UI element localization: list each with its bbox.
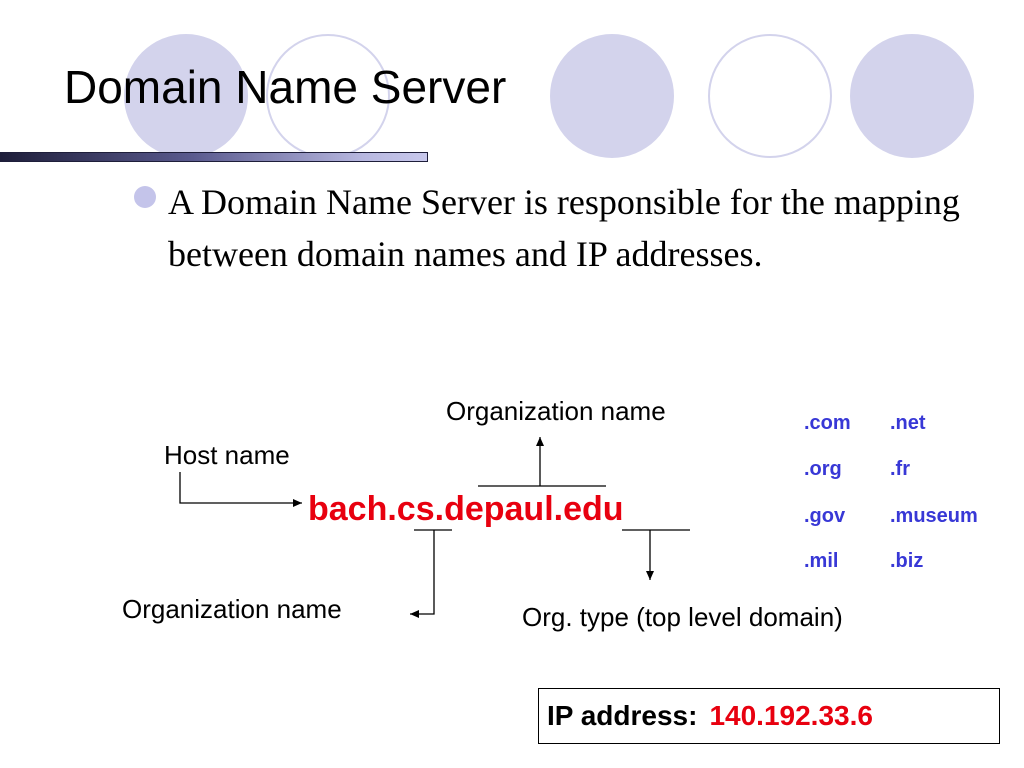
host-connector-arrow (179, 472, 302, 507)
domain-example: bach.cs.depaul.edu (308, 490, 624, 528)
ip-address-box: IP address: 140.192.33.6 (538, 688, 1000, 744)
org-label-top: Organization name (446, 396, 666, 426)
tld-item: .org (804, 458, 842, 480)
ip-address-label: IP address: (547, 700, 698, 731)
tld-item: .biz (890, 550, 924, 572)
tld-item: .net (890, 412, 926, 434)
tld-item: .com (804, 412, 851, 434)
ip-address-value: 140.192.33.6 (709, 700, 873, 731)
tld-item: .fr (890, 458, 910, 480)
tld-item: .museum (890, 505, 978, 527)
diagram-connectors (179, 437, 690, 618)
host-label: Host name (164, 440, 290, 470)
org-label-bottom: Organization name (122, 594, 342, 624)
tld-item: .mil (804, 550, 839, 572)
tld-item: .gov (804, 505, 846, 527)
org-bottom-arrow (410, 530, 435, 618)
tld-label: Org. type (top level domain) (522, 602, 843, 632)
